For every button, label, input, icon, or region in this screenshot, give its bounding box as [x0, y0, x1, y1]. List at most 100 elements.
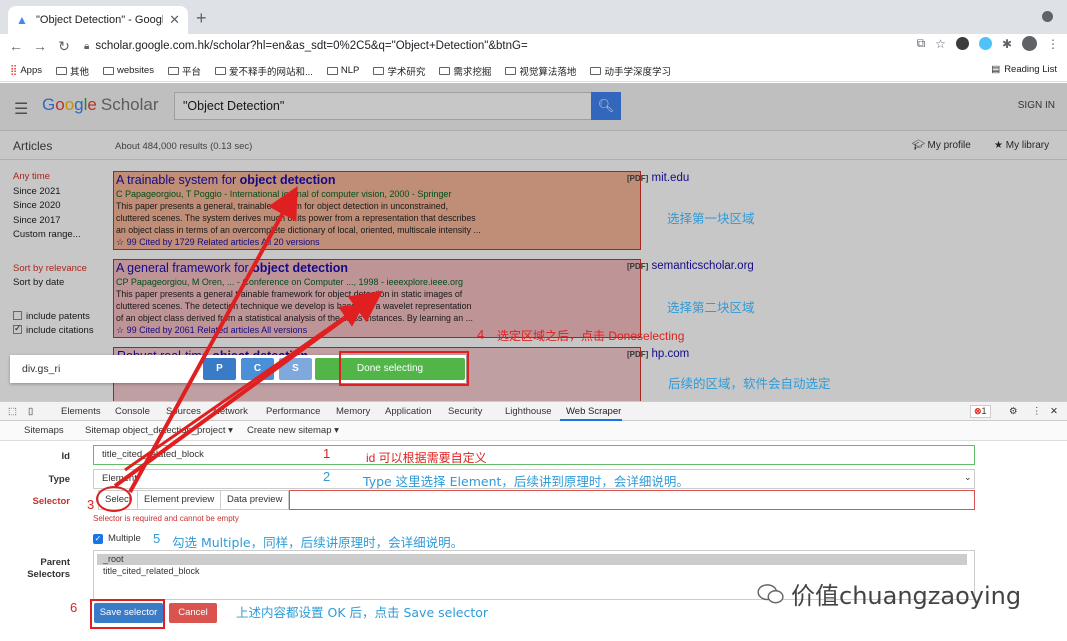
bookmark-apps[interactable]: ⣿ Apps [10, 65, 42, 76]
pdf-link[interactable]: [PDF] hp.com [627, 348, 689, 360]
sort-date[interactable]: Sort by date [13, 277, 108, 292]
nav-sitemap-dropdown[interactable]: Sitemap object_detection_project ▾ [85, 425, 233, 436]
bookmark-folder[interactable]: 爱不释手的网站和... [214, 64, 313, 78]
bookmark-folder[interactable]: 其他 [55, 64, 89, 78]
my-profile-link[interactable]: 🎓︎ My profile [912, 140, 971, 151]
tab-network[interactable]: Network [213, 406, 248, 417]
tab-performance[interactable]: Performance [266, 406, 320, 417]
select-parent-button[interactable]: P [203, 358, 236, 380]
include-citations-checkbox[interactable]: include citations [13, 323, 108, 340]
device-toolbar-icon[interactable]: ▯ [28, 406, 33, 417]
highlight-box [339, 351, 469, 386]
parent-option-root[interactable]: _root [97, 554, 967, 565]
tab-memory[interactable]: Memory [336, 406, 370, 417]
filter-since-2021[interactable]: Since 2021 [13, 186, 108, 201]
search-result[interactable]: A trainable system for object detection … [113, 171, 641, 250]
menu-icon[interactable]: ☰ [14, 99, 28, 119]
element-preview-button[interactable]: Element preview [137, 490, 222, 510]
select-child-button[interactable]: C [241, 358, 274, 380]
extensions-puzzle-icon[interactable]: ✱ [1002, 37, 1012, 51]
bookmark-star-icon[interactable]: ☆ [935, 37, 946, 51]
filter-custom-range[interactable]: Custom range... [13, 229, 108, 244]
step-number: 3 [87, 497, 95, 512]
annotation-text: 选定区域之后，点击 Doneselecting [497, 329, 685, 343]
folder-icon [103, 66, 114, 75]
data-preview-button[interactable]: Data preview [220, 490, 290, 510]
inspect-icon[interactable]: ⬚ [8, 406, 17, 417]
bookmark-folder[interactable]: 平台 [167, 64, 201, 78]
search-button[interactable]: 🔍︎ [591, 92, 621, 120]
kebab-menu-icon[interactable]: ⋮ [1047, 37, 1059, 51]
extension-icon[interactable] [978, 37, 992, 50]
filter-since-2020[interactable]: Since 2020 [13, 200, 108, 215]
watermark: 价值chuangzaoying [757, 576, 1021, 611]
tab-elements[interactable]: Elements [61, 406, 101, 417]
bookmark-folder[interactable]: websites [103, 65, 154, 76]
devtools-menu-icon[interactable]: ⋮ [1032, 406, 1042, 417]
filter-sidebar: Any time Since 2021 Since 2020 Since 201… [13, 171, 108, 340]
url-text: scholar.google.com.hk/scholar?hl=en&as_s… [95, 40, 528, 52]
parent-option[interactable]: title_cited_related_block [103, 566, 200, 576]
forward-icon[interactable]: → [28, 38, 52, 54]
cancel-button[interactable]: Cancel [169, 603, 217, 623]
bookmark-folder[interactable]: 视觉算法落地 [505, 64, 576, 78]
chevron-down-icon: ⌄ [964, 472, 972, 482]
tab-web-scraper[interactable]: Web Scraper [566, 406, 621, 417]
devtools-tab-bar: ⬚ ▯ Elements Console Sources Network Per… [0, 401, 1067, 421]
close-devtools-icon[interactable]: ✕ [1050, 406, 1058, 417]
record-icon[interactable] [1042, 11, 1053, 22]
tab-application[interactable]: Application [385, 406, 431, 417]
annotation-text: Type 这里选择 Element，后续讲到原理时，会详细说明。 [363, 474, 689, 489]
back-icon[interactable]: ← [4, 38, 28, 54]
include-patents-checkbox[interactable]: include patents [13, 310, 108, 326]
tab-console[interactable]: Console [115, 406, 150, 417]
checkbox-icon [13, 310, 22, 320]
selector-input[interactable] [289, 490, 975, 510]
tab-title: "Object Detection" - Google S [36, 14, 163, 26]
filter-any-time[interactable]: Any time [13, 171, 108, 186]
pdf-link[interactable]: [PDF] semanticscholar.org [627, 260, 754, 272]
close-tab-icon[interactable]: ✕ [169, 12, 180, 28]
filter-since-2017[interactable]: Since 2017 [13, 215, 108, 230]
bookmark-folder[interactable]: NLP [326, 65, 359, 76]
toggle-shift-button[interactable]: S [279, 358, 312, 380]
new-tab-icon[interactable]: + [196, 8, 207, 29]
bookmark-folder[interactable]: 需求挖掘 [439, 64, 491, 78]
sign-in-link[interactable]: SIGN IN [1018, 100, 1055, 111]
multiple-checkbox[interactable]: ✓ Multiple [93, 533, 141, 544]
nav-create-sitemap[interactable]: Create new sitemap ▾ [247, 425, 339, 436]
address-bar[interactable]: 🔒︎ scholar.google.com.hk/scholar?hl=en&a… [84, 36, 884, 56]
translate-icon[interactable]: ⧉ [917, 36, 926, 51]
checkbox-checked-icon: ✓ [93, 533, 103, 544]
extension-icon[interactable] [955, 37, 969, 50]
error-badge[interactable]: ⊗1 [970, 405, 991, 418]
nav-sitemaps[interactable]: Sitemaps [24, 425, 64, 436]
folder-icon [214, 66, 226, 75]
result-links[interactable]: ☆ 99 Cited by 1729 Related articles All … [116, 236, 638, 249]
sort-relevance[interactable]: Sort by relevance [13, 263, 108, 278]
settings-gear-icon[interactable]: ⚙ [1009, 406, 1018, 417]
reading-list-button[interactable]: ▤ Reading List [991, 64, 1057, 75]
tab-sources[interactable]: Sources [166, 406, 201, 417]
articles-label: Articles [13, 139, 53, 153]
reload-icon[interactable]: ↻ [52, 38, 76, 55]
my-library-link[interactable]: ★ My library [994, 140, 1049, 151]
result-title[interactable]: A trainable system for object detection [116, 173, 638, 188]
error-icon: ⊗ [974, 406, 982, 416]
scholar-search-input[interactable]: "Object Detection" [174, 92, 592, 120]
reading-list-icon: ▤ [991, 64, 1001, 75]
google-scholar-logo[interactable]: Google Scholar [42, 95, 159, 115]
bookmark-folder[interactable]: 动手学深度学习 [590, 64, 671, 78]
pdf-link[interactable]: [PDF] mit.edu [627, 172, 689, 184]
web-scraper-nav: Sitemaps Sitemap object_detection_projec… [0, 421, 1067, 441]
selector-label: Selector [32, 496, 71, 507]
folder-icon [505, 66, 517, 75]
result-title[interactable]: A general framework for object detection [116, 261, 638, 276]
folder-icon [590, 66, 602, 75]
bookmark-folder[interactable]: 学术研究 [373, 64, 425, 78]
profile-avatar-icon[interactable] [1022, 36, 1037, 51]
browser-tab[interactable]: ▲ "Object Detection" - Google S ✕ [8, 6, 188, 34]
tab-security[interactable]: Security [448, 406, 482, 417]
id-field[interactable]: title_cited_related_block [93, 445, 975, 465]
tab-lighthouse[interactable]: Lighthouse [505, 406, 551, 417]
